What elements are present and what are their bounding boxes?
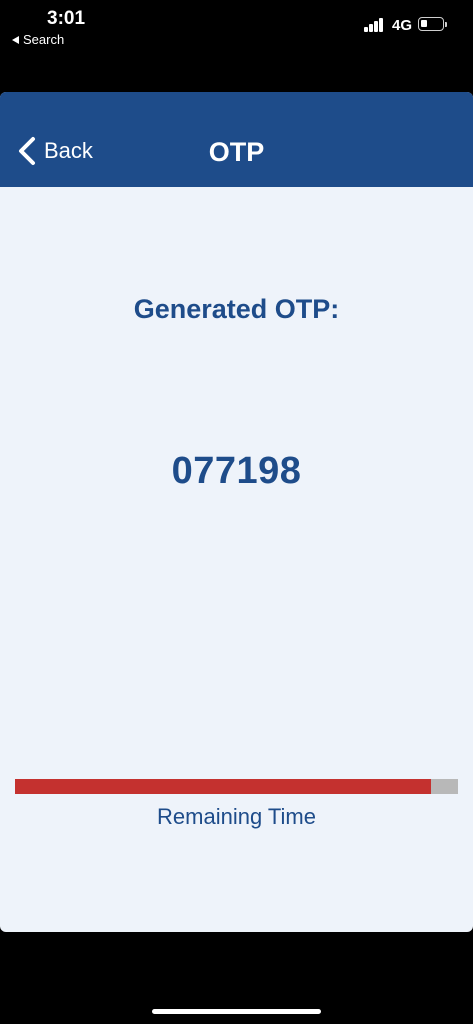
network-type: 4G	[392, 17, 413, 34]
battery-icon	[418, 17, 447, 31]
battery-fill	[421, 20, 427, 27]
back-to-app-link[interactable]: Search	[12, 32, 64, 47]
back-to-app-label: Search	[23, 32, 65, 47]
phone-screen: 3:01 Search 4G Back OTP Generated OTP: 0…	[0, 0, 473, 1024]
status-time: 3:01	[47, 8, 86, 29]
cellular-signal-icon	[364, 18, 386, 32]
otp-code: 077198	[171, 450, 302, 492]
back-triangle-icon	[12, 35, 19, 44]
remaining-time-progress-fill	[15, 779, 432, 794]
page-title: OTP	[208, 137, 265, 167]
remaining-time-label: Remaining Time	[157, 804, 316, 829]
generated-otp-label: Generated OTP:	[133, 294, 340, 324]
home-indicator[interactable]	[152, 1009, 321, 1014]
navigation-bar: Back OTP	[0, 92, 473, 187]
app-card: Back OTP Generated OTP: 077198 Remaining…	[0, 92, 473, 932]
status-bar: 3:01 Search 4G	[0, 0, 473, 60]
remaining-time-progress	[15, 779, 458, 794]
